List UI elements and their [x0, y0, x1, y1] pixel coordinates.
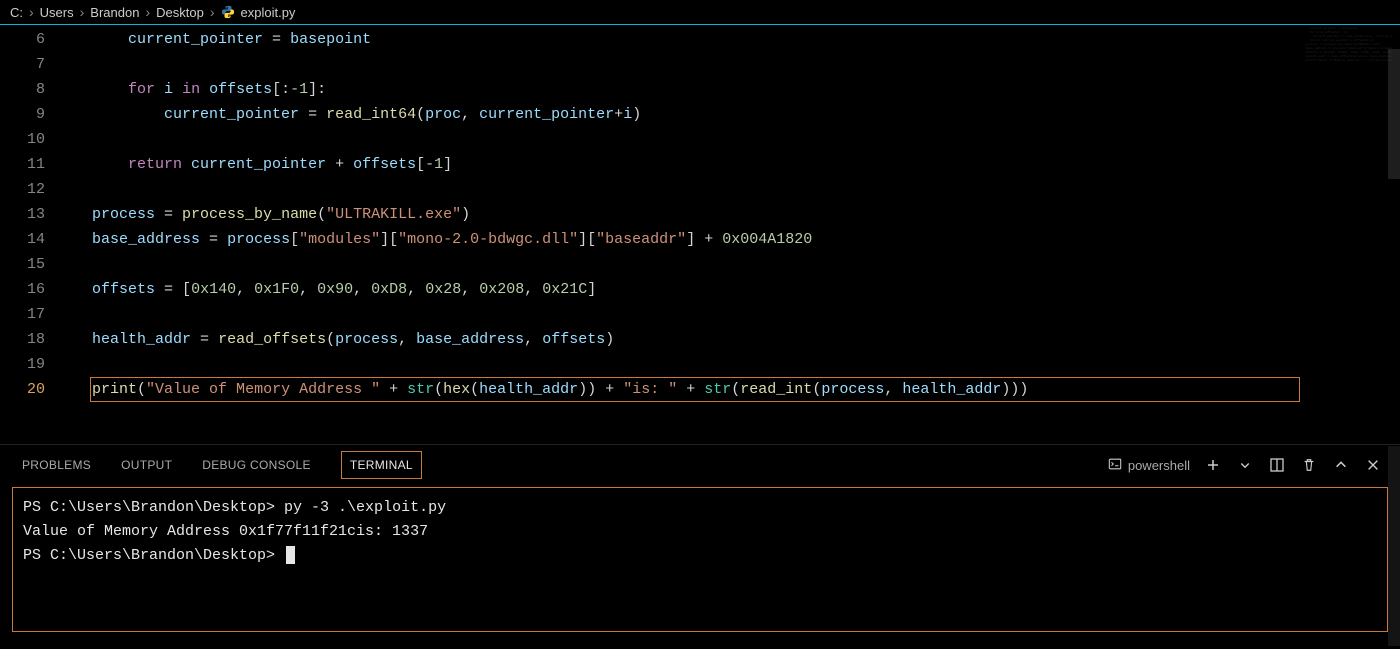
chevron-right-icon: ›	[29, 4, 34, 20]
code-line[interactable]: 19	[0, 352, 1400, 377]
terminal[interactable]: PS C:\Users\Brandon\Desktop> py -3 .\exp…	[12, 487, 1388, 632]
code-line[interactable]: 10	[0, 127, 1400, 152]
line-number: 15	[0, 252, 65, 277]
chevron-right-icon: ›	[145, 4, 150, 20]
breadcrumb-part[interactable]: Brandon	[90, 5, 139, 20]
panel-scrollbar[interactable]	[1388, 446, 1400, 646]
terminal-line: PS C:\Users\Brandon\Desktop> py -3 .\exp…	[23, 496, 1377, 520]
split-terminal-icon[interactable]	[1268, 456, 1286, 474]
python-file-icon	[221, 5, 235, 19]
bottom-panel: PROBLEMS OUTPUT DEBUG CONSOLE TERMINAL p…	[0, 444, 1400, 632]
prompt: PS C:\Users\Brandon\Desktop>	[23, 499, 284, 516]
breadcrumb-part[interactable]: C:	[10, 5, 23, 20]
close-icon[interactable]	[1364, 456, 1382, 474]
code-content[interactable]: base_address = process["modules"]["mono-…	[65, 227, 812, 252]
code-line[interactable]: 15	[0, 252, 1400, 277]
terminal-icon	[1108, 457, 1122, 474]
chevron-right-icon: ›	[80, 4, 85, 20]
code-line[interactable]: 9 current_pointer = read_int64(proc, cur…	[0, 102, 1400, 127]
code-content[interactable]: process = process_by_name("ULTRAKILL.exe…	[65, 202, 470, 227]
breadcrumb-part[interactable]: Users	[40, 5, 74, 20]
line-number: 9	[0, 102, 65, 127]
tab-problems[interactable]: PROBLEMS	[22, 458, 91, 472]
code-line[interactable]: 8 for i in offsets[:-1]:	[0, 77, 1400, 102]
tab-terminal[interactable]: TERMINAL	[341, 451, 422, 479]
chevron-down-icon[interactable]	[1236, 456, 1254, 474]
line-number: 18	[0, 327, 65, 352]
terminal-shell-select[interactable]: powershell	[1108, 457, 1190, 474]
code-line[interactable]: 18 health_addr = read_offsets(process, b…	[0, 327, 1400, 352]
code-line[interactable]: 7	[0, 52, 1400, 77]
code-line[interactable]: 6 current_pointer = basepoint	[0, 27, 1400, 52]
terminal-shell-label: powershell	[1128, 458, 1190, 473]
code-editor[interactable]: 6 current_pointer = basepoint78 for i in…	[0, 24, 1400, 444]
breadcrumb-part[interactable]: Desktop	[156, 5, 204, 20]
breadcrumb-file[interactable]: exploit.py	[241, 5, 296, 20]
line-number: 17	[0, 302, 65, 327]
breadcrumb: C: › Users › Brandon › Desktop › exploit…	[0, 0, 1400, 24]
tab-debug-console[interactable]: DEBUG CONSOLE	[202, 458, 311, 472]
line-number: 12	[0, 177, 65, 202]
chevron-up-icon[interactable]	[1332, 456, 1350, 474]
code-line[interactable]: 14 base_address = process["modules"]["mo…	[0, 227, 1400, 252]
line-number: 14	[0, 227, 65, 252]
line-number: 11	[0, 152, 65, 177]
code-content[interactable]: print("Value of Memory Address " + str(h…	[65, 377, 1028, 402]
line-number: 7	[0, 52, 65, 77]
code-content[interactable]: health_addr = read_offsets(process, base…	[65, 327, 614, 352]
new-terminal-icon[interactable]	[1204, 456, 1222, 474]
code-content[interactable]: return current_pointer + offsets[-1]	[65, 152, 452, 177]
trash-icon[interactable]	[1300, 456, 1318, 474]
line-number: 6	[0, 27, 65, 52]
terminal-line: Value of Memory Address 0x1f77f11f21cis:…	[23, 520, 1377, 544]
tab-output[interactable]: OUTPUT	[121, 458, 172, 472]
line-number: 8	[0, 77, 65, 102]
code-content[interactable]: offsets = [0x140, 0x1F0, 0x90, 0xD8, 0x2…	[65, 277, 596, 302]
line-number: 20	[0, 377, 65, 402]
panel-tabs-row: PROBLEMS OUTPUT DEBUG CONSOLE TERMINAL p…	[0, 445, 1400, 485]
line-number: 19	[0, 352, 65, 377]
code-line[interactable]: 11 return current_pointer + offsets[-1]	[0, 152, 1400, 177]
command-text: py -3 .\exploit.py	[284, 499, 446, 516]
code-content[interactable]: current_pointer = read_int64(proc, curre…	[65, 102, 641, 127]
code-line[interactable]: 16 offsets = [0x140, 0x1F0, 0x90, 0xD8, …	[0, 277, 1400, 302]
code-line[interactable]: 13 process = process_by_name("ULTRAKILL.…	[0, 202, 1400, 227]
code-line[interactable]: 17	[0, 302, 1400, 327]
code-content[interactable]: current_pointer = basepoint	[65, 27, 371, 52]
line-number: 10	[0, 127, 65, 152]
terminal-line: PS C:\Users\Brandon\Desktop>	[23, 544, 1377, 568]
code-content[interactable]: for i in offsets[:-1]:	[65, 77, 326, 102]
line-number: 13	[0, 202, 65, 227]
prompt: PS C:\Users\Brandon\Desktop>	[23, 547, 284, 564]
minimap[interactable]: current_pointer = basepoint for i in off…	[1302, 27, 1392, 97]
editor-scrollbar[interactable]	[1388, 49, 1400, 444]
terminal-cursor	[286, 546, 295, 564]
line-number: 16	[0, 277, 65, 302]
code-line[interactable]: 12	[0, 177, 1400, 202]
code-line[interactable]: 20 print("Value of Memory Address " + st…	[0, 377, 1400, 402]
chevron-right-icon: ›	[210, 4, 215, 20]
